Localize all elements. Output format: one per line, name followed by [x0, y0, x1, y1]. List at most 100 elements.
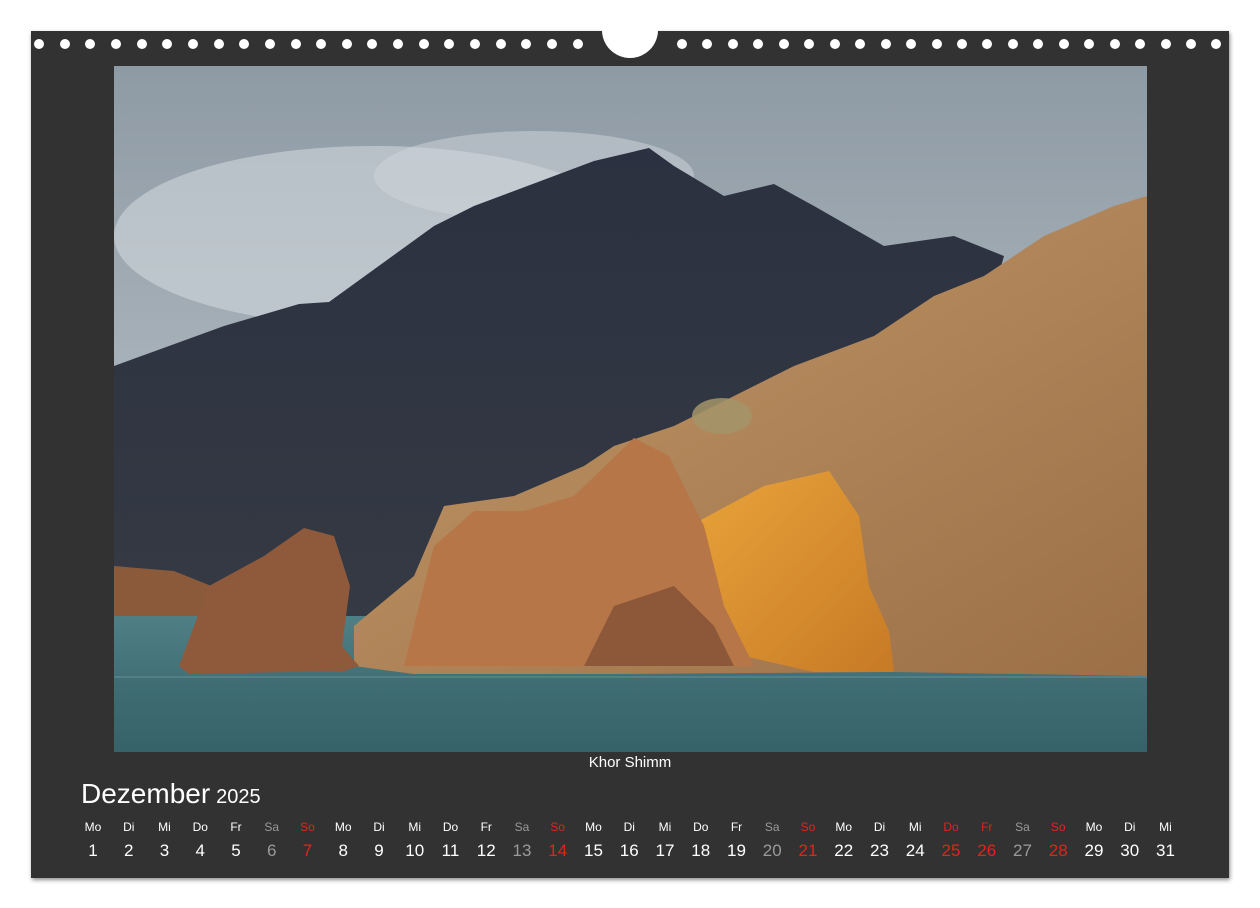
- binding-hole: [880, 39, 891, 49]
- weekday-label: So: [300, 820, 315, 834]
- weekday-label: Do: [943, 820, 959, 834]
- day-number: 5: [231, 841, 241, 860]
- binding-hole: [982, 39, 993, 49]
- binding-hole: [316, 39, 327, 49]
- binding-hole: [110, 39, 121, 49]
- binding-hole: [290, 39, 301, 49]
- day-number: 12: [476, 841, 496, 860]
- binding-hole: [829, 39, 840, 49]
- weekday-label: Mo: [585, 820, 602, 834]
- binding-hole: [59, 39, 70, 49]
- weekday-label: Do: [442, 820, 459, 834]
- day-number: 11: [441, 841, 460, 860]
- binding-hole: [931, 39, 942, 49]
- binding-hole: [572, 39, 583, 49]
- weekday-label: Mi: [1159, 820, 1172, 834]
- landscape-photo: [114, 66, 1147, 752]
- hanger-notch: [602, 27, 658, 58]
- weekday-label: Fr: [981, 820, 993, 834]
- binding-hole: [855, 39, 866, 49]
- binding-hole: [495, 39, 506, 49]
- day-number: 30: [1120, 841, 1140, 860]
- day-number: 23: [870, 841, 889, 860]
- binding-hole: [547, 39, 557, 49]
- month-title: Dezember 2025: [81, 778, 261, 810]
- weekday-label: Mi: [158, 820, 171, 834]
- weekday-label: Di: [123, 820, 135, 834]
- binding-hole: [521, 39, 532, 49]
- weekday-label: So: [800, 820, 816, 834]
- weekday-label: Do: [693, 820, 709, 834]
- day-number: 8: [338, 841, 348, 860]
- binding-hole: [1135, 39, 1146, 49]
- weekday-label: Mo: [835, 820, 853, 834]
- binding-hole: [1084, 39, 1095, 49]
- weekday-label: So: [550, 820, 566, 834]
- weekday-label: Mi: [658, 820, 672, 834]
- binding-hole: [162, 39, 173, 49]
- weekday-label: Do: [192, 820, 208, 834]
- binding-hole: [1211, 39, 1222, 49]
- day-number: 2: [124, 841, 134, 860]
- binding-hole: [778, 39, 789, 49]
- month-year: 2025: [216, 786, 261, 808]
- month-name: Dezember: [81, 778, 211, 809]
- binding-hole: [753, 39, 764, 49]
- day-number: 20: [762, 841, 782, 860]
- spiral-binding: [31, 27, 1229, 61]
- day-number: 15: [584, 841, 603, 860]
- binding-hole: [1160, 39, 1171, 49]
- binding-hole: [1058, 39, 1069, 49]
- binding-hole: [677, 39, 687, 49]
- day-number: 22: [834, 841, 854, 860]
- day-number: 14: [548, 841, 568, 860]
- weekday-label: Di: [373, 820, 385, 834]
- weekday-label: Fr: [480, 820, 492, 834]
- weekday-label: Di: [873, 820, 886, 834]
- binding-hole: [702, 39, 713, 49]
- day-number: 27: [1013, 841, 1032, 860]
- day-number: 19: [727, 841, 746, 860]
- binding-hole: [264, 39, 275, 49]
- binding-hole: [1109, 39, 1120, 49]
- weekday-label: Mo: [1085, 820, 1103, 834]
- binding-hole: [187, 39, 198, 49]
- day-number: 10: [405, 841, 425, 860]
- day-number: 31: [1156, 841, 1175, 860]
- binding-hole: [367, 39, 378, 49]
- binding-hole: [34, 39, 44, 49]
- day-number: 21: [798, 841, 818, 860]
- binding-hole: [213, 39, 224, 49]
- weekday-label: Mo: [84, 820, 102, 834]
- binding-hole: [418, 39, 429, 49]
- day-number: 16: [619, 841, 639, 860]
- binding-hole: [85, 39, 96, 49]
- binding-hole: [1186, 39, 1196, 49]
- weekday-label: Mi: [408, 820, 422, 834]
- binding-hole: [956, 39, 967, 49]
- day-number: 3: [159, 841, 170, 860]
- day-number: 18: [691, 841, 711, 860]
- day-number: 24: [905, 841, 925, 860]
- weekday-label: So: [1050, 820, 1066, 834]
- binding-hole: [239, 39, 250, 49]
- binding-hole: [393, 39, 404, 49]
- day-number: 7: [302, 841, 313, 860]
- binding-hole: [1007, 39, 1018, 49]
- day-number: 17: [655, 841, 675, 860]
- binding-hole: [470, 39, 481, 49]
- day-number: 6: [267, 841, 277, 860]
- binding-hole: [727, 39, 738, 49]
- binding-hole: [804, 39, 815, 49]
- binding-hole: [136, 39, 147, 49]
- weekday-label: Di: [1124, 820, 1136, 834]
- binding-hole: [1033, 39, 1044, 49]
- weekday-label: Sa: [264, 820, 280, 834]
- weekday-label: Mi: [908, 820, 922, 834]
- weekday-label: Mo: [334, 820, 352, 834]
- day-number: 9: [374, 841, 384, 860]
- weekday-label: Sa: [1015, 820, 1030, 834]
- weekday-label: Di: [623, 820, 635, 834]
- day-number: 28: [1048, 841, 1068, 860]
- wall-calendar-page: Khor Shimm Dezember 2025 Mo 1 Di 2 Mi 3 Do 4 Fr 5 S…: [31, 27, 1229, 878]
